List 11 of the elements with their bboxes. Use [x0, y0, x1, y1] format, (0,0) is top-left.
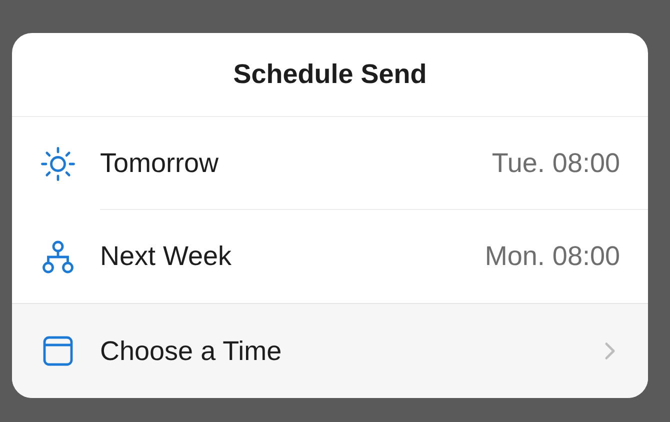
chevron-right-icon: [604, 341, 616, 361]
sun-icon: [40, 146, 76, 182]
option-label: Choose a Time: [100, 336, 283, 366]
schedule-option[interactable]: Tomorrow Tue. 08:00: [12, 117, 648, 210]
option-label: Tomorrow: [100, 148, 220, 179]
option-time: Mon. 08:00: [484, 241, 620, 272]
option-time: Tue. 08:00: [492, 148, 620, 179]
option-label: Next Week: [100, 241, 233, 272]
hierarchy-icon: [40, 238, 76, 274]
sheet-title: Schedule Send: [12, 33, 648, 117]
schedule-option[interactable]: Next Week Mon. 08:00: [12, 210, 648, 303]
